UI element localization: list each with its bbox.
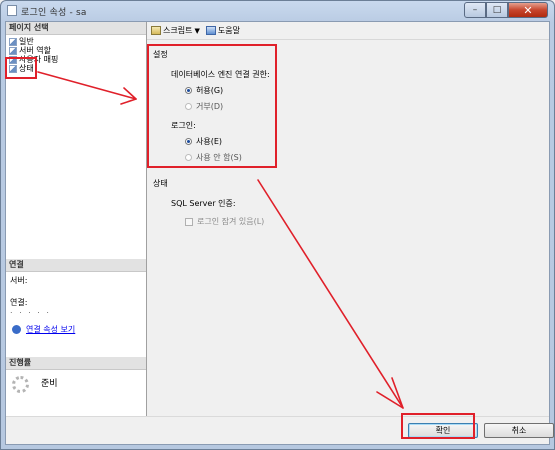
page-item-general[interactable]: 일반 bbox=[9, 37, 146, 46]
help-icon bbox=[205, 26, 216, 35]
cancel-button[interactable]: 취소 bbox=[484, 423, 554, 438]
server-value bbox=[10, 286, 142, 297]
radio-disabled[interactable]: 사용 안 함(S) bbox=[185, 152, 549, 162]
radio-deny[interactable]: 거부(D) bbox=[185, 101, 549, 111]
locked-out-checkbox bbox=[185, 217, 193, 226]
progress-body: 준비 bbox=[6, 370, 146, 397]
sql-auth-label: SQL Server 인증: bbox=[171, 199, 236, 208]
db-permission-label: 데이터베이스 엔진 연결 권한: bbox=[171, 70, 270, 79]
view-connection-properties-label: 연결 속성 보기 bbox=[26, 325, 76, 334]
page-item-status[interactable]: 상태 bbox=[9, 64, 146, 73]
page-icon bbox=[9, 46, 17, 55]
caption-buttons: – □ ✕ bbox=[464, 2, 548, 18]
login-label: 로그인: bbox=[171, 121, 196, 130]
minimize-button[interactable]: – bbox=[464, 2, 486, 18]
page-icon bbox=[9, 37, 17, 46]
ok-button[interactable]: 확인 bbox=[408, 423, 478, 438]
window-icon bbox=[7, 5, 17, 16]
radio-allow[interactable]: 허용(G) bbox=[185, 85, 549, 95]
settings-group-title: 설정 bbox=[153, 50, 168, 59]
maximize-button[interactable]: □ bbox=[486, 2, 508, 18]
connection-header: 연결 bbox=[6, 259, 146, 272]
status-group-title: 상태 bbox=[153, 179, 168, 188]
connection-properties-icon bbox=[12, 325, 21, 334]
radio-deny-label: 거부(D) bbox=[196, 101, 224, 111]
script-button[interactable]: 스크립트 bbox=[163, 25, 192, 36]
page-content: 설정 데이터베이스 엔진 연결 권한: 허용(G) 거부(D) 로그인: 사용(… bbox=[147, 40, 549, 227]
page-item-label: 사용자 매핑 bbox=[19, 55, 59, 64]
page-item-label: 일반 bbox=[19, 37, 34, 46]
page-item-label: 서버 역할 bbox=[19, 46, 51, 55]
left-pane: 페이지 선택 일반 서버 역할 사용자 매핑 상태 연결 서버: 연결: . .… bbox=[6, 22, 147, 417]
connection-section: 연결 서버: 연결: . . . . . 연결 속성 보기 bbox=[6, 259, 146, 338]
script-icon bbox=[151, 26, 161, 35]
page-icon bbox=[9, 55, 17, 64]
title-bar[interactable]: 로그인 속성 - sa – □ ✕ bbox=[1, 1, 554, 21]
progress-header: 진행률 bbox=[6, 357, 146, 370]
locked-out-checkbox-row: 로그인 잠겨 있음(L) bbox=[185, 216, 549, 227]
login-properties-window: 로그인 속성 - sa – □ ✕ 페이지 선택 일반 서버 역할 사용자 매핑… bbox=[0, 0, 555, 450]
page-item-server-roles[interactable]: 서버 역할 bbox=[9, 46, 146, 55]
connection-value: . . . . . bbox=[10, 306, 51, 315]
close-button[interactable]: ✕ bbox=[508, 2, 548, 18]
locked-out-label: 로그인 잠겨 있음(L) bbox=[197, 217, 265, 226]
radio-enabled-button[interactable] bbox=[185, 137, 192, 145]
chevron-down-icon[interactable]: ▼ bbox=[194, 27, 199, 35]
server-label: 서버: bbox=[10, 276, 28, 285]
connection-body: 서버: 연결: . . . . . 연결 속성 보기 bbox=[6, 272, 146, 338]
radio-allow-button[interactable] bbox=[185, 86, 192, 94]
dialog-client-area: 페이지 선택 일반 서버 역할 사용자 매핑 상태 연결 서버: 연결: . .… bbox=[5, 21, 554, 445]
view-connection-properties-link[interactable]: 연결 속성 보기 bbox=[10, 324, 142, 335]
page-item-user-mapping[interactable]: 사용자 매핑 bbox=[9, 55, 146, 64]
radio-enabled-label: 사용(E) bbox=[196, 136, 223, 146]
radio-enabled[interactable]: 사용(E) bbox=[185, 136, 549, 146]
toolbar: 스크립트 ▼ 도움말 bbox=[147, 22, 549, 40]
radio-allow-label: 허용(G) bbox=[196, 85, 224, 95]
progress-spinner-icon bbox=[12, 376, 29, 393]
right-pane: 스크립트 ▼ 도움말 설정 데이터베이스 엔진 연결 권한: 허용(G) 거부(… bbox=[147, 22, 549, 417]
radio-disabled-label: 사용 안 함(S) bbox=[196, 152, 242, 162]
window-title: 로그인 속성 - sa bbox=[21, 8, 87, 18]
radio-deny-button[interactable] bbox=[185, 102, 192, 110]
dialog-button-bar: 확인 취소 bbox=[6, 416, 554, 444]
page-item-label: 상태 bbox=[19, 64, 34, 73]
progress-section: 진행률 준비 bbox=[6, 357, 146, 397]
page-list: 일반 서버 역할 사용자 매핑 상태 bbox=[6, 35, 146, 73]
page-icon bbox=[9, 64, 17, 73]
radio-disabled-button[interactable] bbox=[185, 153, 192, 161]
page-select-header: 페이지 선택 bbox=[6, 22, 146, 35]
help-button[interactable]: 도움말 bbox=[218, 25, 240, 36]
progress-status: 준비 bbox=[41, 379, 58, 389]
